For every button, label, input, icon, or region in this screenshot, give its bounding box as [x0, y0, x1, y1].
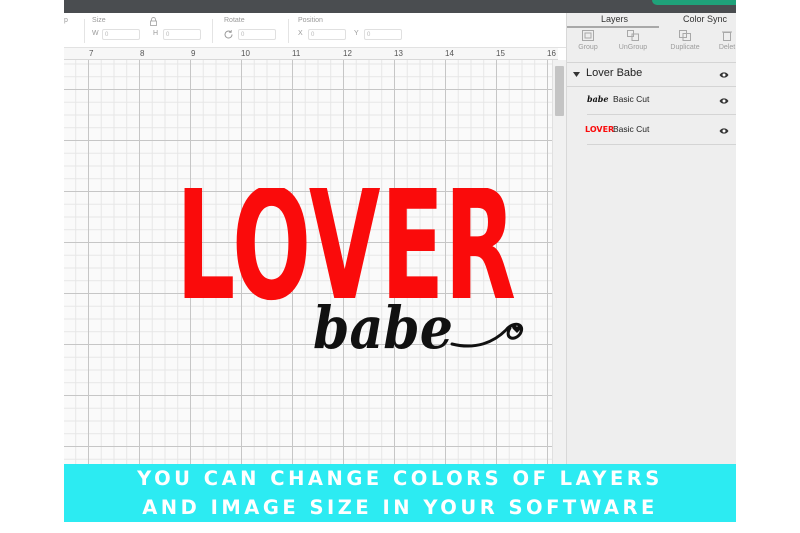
- ruler-mark: 13: [394, 49, 403, 58]
- ungroup-icon: [627, 30, 639, 41]
- delete-button[interactable]: Delet: [715, 30, 736, 51]
- rotate-icon: [224, 30, 233, 39]
- eye-icon[interactable]: [719, 127, 729, 135]
- lover-babe-design[interactable]: LOVER babe: [176, 188, 536, 388]
- x-position-input[interactable]: 0: [308, 29, 346, 40]
- layers-panel: Layers Color Sync Group UnGroup Duplicat…: [566, 13, 736, 464]
- rotate-label: Rotate: [224, 17, 245, 24]
- delete-label: Delet: [718, 44, 736, 51]
- position-label: Position: [298, 17, 323, 24]
- ruler-mark: 9: [191, 49, 196, 58]
- width-letter: W: [92, 30, 99, 37]
- ruler-mark: 15: [496, 49, 505, 58]
- babe-text-layer[interactable]: babe: [313, 294, 453, 362]
- design-space-app: p Size W 0 H 0 Rotate 0 Position X 0 Y 0…: [64, 0, 736, 533]
- edit-toolbar: p Size W 0 H 0 Rotate 0 Position X 0 Y 0: [64, 13, 566, 48]
- group-label: Group: [578, 44, 598, 51]
- x-letter: X: [298, 30, 303, 37]
- eye-icon[interactable]: [719, 97, 729, 105]
- tab-color-sync[interactable]: Color Sync: [683, 14, 727, 24]
- layer-name: Basic Cut: [613, 124, 650, 134]
- size-label: Size: [92, 17, 106, 24]
- duplicate-icon: [679, 30, 691, 41]
- ruler-mark: 11: [292, 49, 301, 58]
- width-input[interactable]: 0: [102, 29, 140, 40]
- layer-tools: Group UnGroup Duplicate Delet: [567, 28, 736, 63]
- height-input[interactable]: 0: [163, 29, 201, 40]
- layer-group-name: Lover Babe: [586, 67, 643, 79]
- lock-icon[interactable]: [150, 17, 157, 26]
- y-position-input[interactable]: 0: [364, 29, 402, 40]
- layer-thumbnail-babe: babe: [587, 94, 609, 104]
- layer-item-babe[interactable]: babe Basic Cut: [587, 87, 736, 115]
- y-letter: Y: [354, 30, 359, 37]
- layer-thumbnail-lover: LOVER: [585, 125, 615, 134]
- duplicate-label: Duplicate: [670, 44, 700, 51]
- promo-banner: YOU CAN CHANGE COLORS OF LAYERS AND IMAG…: [64, 464, 736, 522]
- ruler-mark: 14: [445, 49, 454, 58]
- ruler-mark: 10: [241, 49, 250, 58]
- banner-line-1: YOU CAN CHANGE COLORS OF LAYERS: [137, 467, 663, 490]
- top-header-bar: [64, 0, 736, 13]
- trash-icon: [722, 31, 732, 41]
- scrollbar-thumb[interactable]: [555, 66, 564, 116]
- toolbar-divider: [84, 19, 85, 43]
- ungroup-button[interactable]: UnGroup: [613, 30, 653, 51]
- canvas-scrollbar[interactable]: [552, 60, 567, 464]
- banner-line-2: AND IMAGE SIZE IN YOUR SOFTWARE: [142, 496, 658, 519]
- ruler-mark: 12: [343, 49, 352, 58]
- ruler-mark: 8: [140, 49, 145, 58]
- panel-tabs: Layers Color Sync: [567, 13, 736, 28]
- ruler-mark: 7: [89, 49, 94, 58]
- tab-layers[interactable]: Layers: [601, 14, 628, 24]
- horizontal-ruler: 7 8 9 10 11 12 13 14 15 16: [64, 48, 558, 60]
- rotate-input[interactable]: 0: [238, 29, 276, 40]
- toolbar-divider: [288, 19, 289, 43]
- ungroup-label: UnGroup: [618, 44, 648, 51]
- layer-group-row[interactable]: Lover Babe: [567, 66, 736, 87]
- eye-icon[interactable]: [719, 71, 729, 79]
- ruler-mark: 16: [547, 49, 556, 58]
- duplicate-button[interactable]: Duplicate: [665, 30, 705, 51]
- collapse-arrow-icon[interactable]: [573, 72, 580, 78]
- group-button[interactable]: Group: [571, 30, 605, 51]
- toolbar-divider: [212, 19, 213, 43]
- partial-label: p: [64, 17, 68, 24]
- make-it-button[interactable]: [652, 0, 736, 5]
- layer-item-lover[interactable]: LOVER Basic Cut: [585, 117, 736, 145]
- layer-name: Basic Cut: [613, 94, 650, 104]
- height-letter: H: [153, 30, 159, 37]
- group-icon: [582, 30, 594, 41]
